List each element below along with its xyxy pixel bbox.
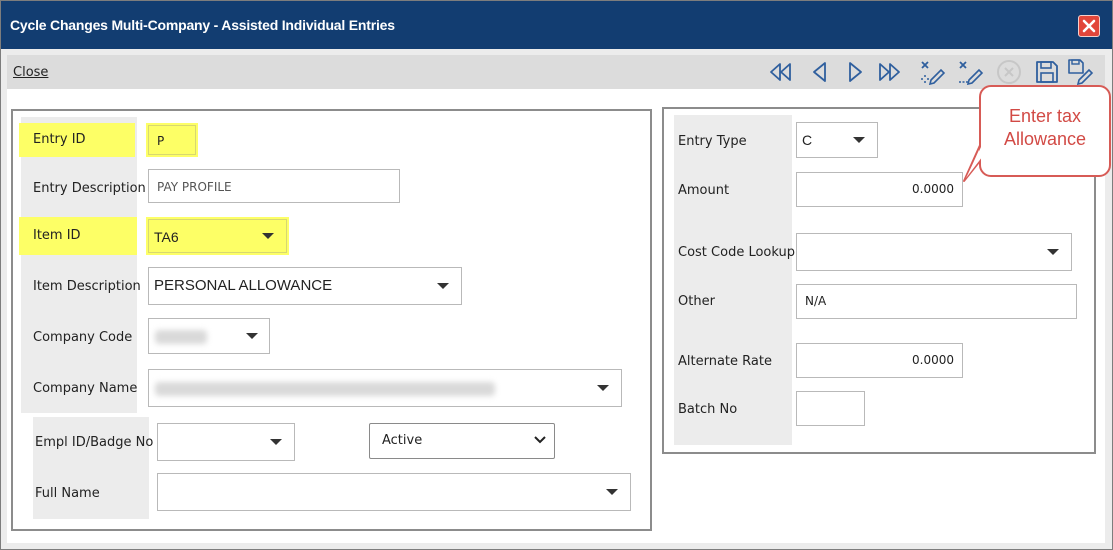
left-panel: Entry ID P Entry Description PAY PROFILE… [11, 109, 652, 531]
next-record-icon[interactable] [841, 59, 869, 85]
chevron-down-icon [534, 434, 546, 450]
full-name-select[interactable] [157, 473, 631, 511]
amount-input[interactable]: 0.0000 [796, 172, 963, 207]
chevron-down-icon [597, 385, 609, 391]
item-description-value: PERSONAL ALLOWANCE [154, 277, 333, 294]
company-code-label: Company Code [33, 330, 133, 345]
content-area: Entry ID P Entry Description PAY PROFILE… [7, 89, 1105, 543]
chevron-down-icon [1047, 249, 1059, 255]
save-edit-icon[interactable] [1067, 59, 1095, 85]
amount-label: Amount [678, 183, 730, 198]
other-label: Other [678, 294, 715, 309]
chevron-down-icon [262, 233, 274, 239]
company-name-label: Company Name [33, 381, 138, 396]
chevron-down-icon [853, 137, 865, 143]
chevron-down-icon [437, 283, 449, 289]
empl-id-select[interactable] [157, 423, 295, 461]
clear-edit-icon[interactable] [919, 59, 947, 85]
right-label-column [674, 115, 792, 445]
entry-id-label: Entry ID [19, 123, 135, 157]
title-bar: Cycle Changes Multi-Company - Assisted I… [1, 1, 1112, 49]
chevron-down-icon [606, 489, 618, 495]
entry-description-placeholder: PAY PROFILE [157, 180, 232, 194]
alternate-rate-label: Alternate Rate [678, 354, 772, 369]
item-description-select[interactable]: PERSONAL ALLOWANCE [148, 267, 462, 305]
entry-type-label: Entry Type [678, 134, 747, 149]
alternate-rate-value: 0.0000 [912, 353, 954, 367]
callout-line-1: Enter tax [1008, 106, 1082, 126]
empl-id-label: Empl ID/Badge No [35, 435, 154, 450]
previous-record-icon[interactable] [807, 59, 835, 85]
callout-line-2: Allowance [1003, 129, 1087, 149]
entry-type-value: C [802, 132, 813, 148]
company-code-redacted [155, 330, 207, 344]
item-id-label: Item ID [19, 217, 137, 255]
entry-id-field[interactable]: P [148, 125, 196, 155]
cost-code-lookup-select[interactable] [796, 233, 1072, 271]
full-name-label: Full Name [35, 486, 100, 501]
left-label-column-lower [33, 417, 149, 519]
first-record-icon[interactable] [767, 59, 795, 85]
save-icon[interactable] [1033, 59, 1061, 85]
amount-value: 0.0000 [912, 182, 954, 196]
last-record-icon[interactable] [875, 59, 903, 85]
batch-no-input[interactable] [796, 391, 865, 426]
dialog-window: Cycle Changes Multi-Company - Assisted I… [0, 0, 1113, 550]
company-name-select[interactable] [148, 369, 622, 407]
left-label-column [21, 117, 137, 413]
other-value: N/A [805, 294, 827, 308]
item-id-select[interactable]: TA6 [148, 219, 287, 253]
other-input[interactable]: N/A [796, 284, 1077, 319]
chevron-down-icon [246, 333, 258, 339]
alternate-rate-input[interactable]: 0.0000 [796, 343, 963, 378]
entry-type-select[interactable]: C [796, 122, 878, 158]
status-select[interactable]: Active [369, 423, 555, 459]
close-link[interactable]: Close [13, 65, 48, 80]
status-value: Active [382, 433, 423, 448]
close-x-icon[interactable] [1078, 15, 1100, 37]
chevron-down-icon [270, 439, 282, 445]
batch-no-label: Batch No [678, 402, 738, 417]
company-code-select[interactable] [148, 318, 270, 354]
cancel-icon [995, 59, 1023, 85]
entry-description-label: Entry Description [33, 181, 146, 196]
company-name-redacted [155, 382, 495, 396]
toolbar: Close [7, 55, 1105, 89]
window-title: Cycle Changes Multi-Company - Assisted I… [10, 17, 395, 33]
item-id-value: TA6 [154, 229, 179, 245]
delete-edit-icon[interactable] [957, 59, 985, 85]
entry-description-input[interactable]: PAY PROFILE [148, 169, 400, 203]
entry-id-value: P [157, 134, 165, 148]
item-description-label: Item Description [33, 279, 141, 294]
cost-code-lookup-label: Cost Code Lookup [678, 245, 795, 260]
callout-annotation: Enter tax Allowance [963, 85, 1111, 182]
callout-text: Enter tax Allowance [979, 105, 1111, 151]
